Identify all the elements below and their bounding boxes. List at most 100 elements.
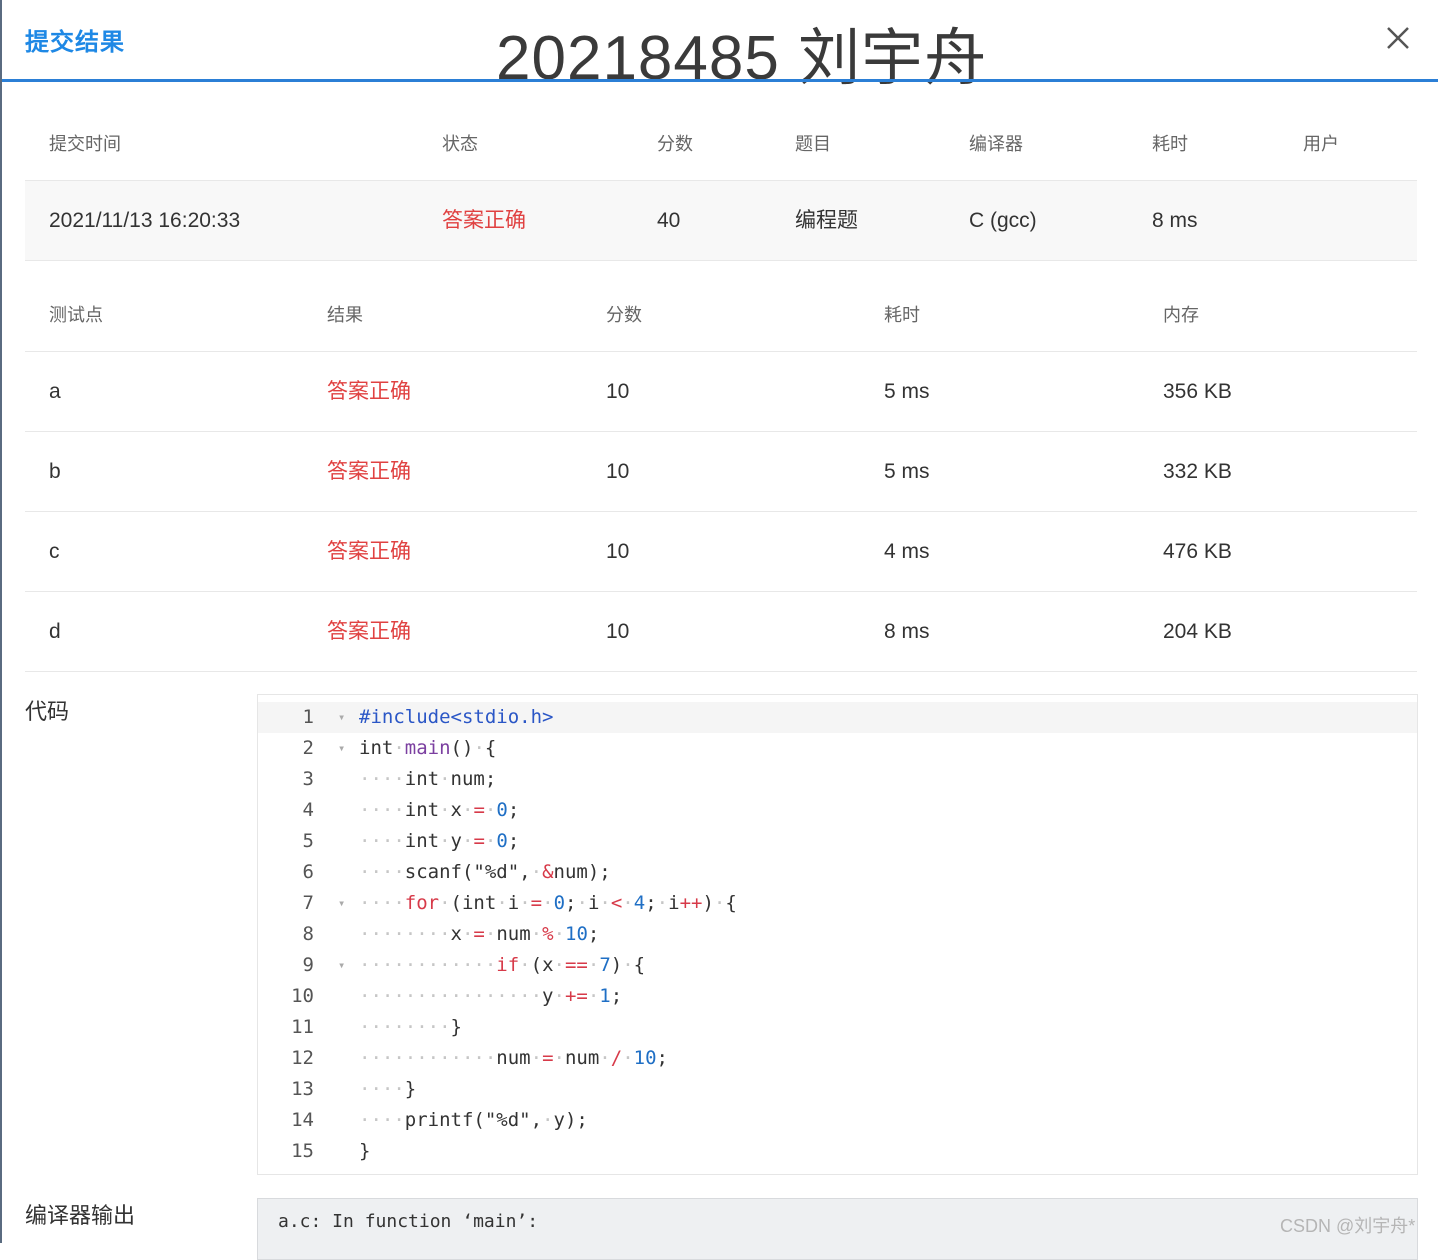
- test-memory: 356 KB: [1163, 380, 1232, 403]
- code-text: ····}: [359, 1078, 417, 1100]
- test-time: 8 ms: [884, 620, 930, 643]
- test-point: d: [49, 620, 61, 643]
- test-points-table: 测试点 结果 分数 耗时 内存 a 答案正确 10 5 ms 356 KB b …: [25, 260, 1417, 672]
- code-viewer[interactable]: 1 ▾ #include<stdio.h> 2 ▾ int·main()·{ 3 ····in…: [257, 694, 1418, 1175]
- code-text: int·main()·{: [359, 737, 497, 759]
- code-text: ····printf("%d",·y);: [359, 1109, 588, 1131]
- code-text: ····int·y·=·0;: [359, 830, 520, 852]
- test-time: 5 ms: [884, 460, 930, 483]
- code-text: ············num·=·num·/·10;: [359, 1047, 668, 1069]
- elapsed-time: 8 ms: [1152, 209, 1198, 232]
- test-memory: 204 KB: [1163, 620, 1232, 643]
- line-number: 12: [291, 1047, 314, 1069]
- line-number: 4: [302, 799, 314, 821]
- code-line: 2 ▾ int·main()·{: [258, 733, 1417, 764]
- code-line: 14 ····printf("%d",·y);: [258, 1105, 1417, 1136]
- header-status: 状态: [442, 134, 478, 154]
- line-number: 15: [291, 1140, 314, 1162]
- dialog-title: 提交结果: [25, 29, 125, 56]
- fold-toggle-icon[interactable]: ▾: [338, 733, 345, 764]
- line-number: 3: [302, 768, 314, 790]
- line-number: 1: [302, 706, 314, 728]
- code-text: ········x·=·num·%·10;: [359, 923, 600, 945]
- test-score: 10: [606, 540, 630, 563]
- test-score: 10: [606, 620, 630, 643]
- test-result: 答案正确: [327, 380, 411, 403]
- line-number: 5: [302, 830, 314, 852]
- total-score: 40: [657, 209, 681, 232]
- code-line: 7 ▾ ····for·(int·i·=·0;·i·<·4;·i++)·{: [258, 888, 1417, 919]
- test-time: 4 ms: [884, 540, 930, 563]
- summary-header-row: 提交时间 状态 分数 题目 编译器 耗时 用户: [25, 104, 1417, 181]
- code-line: 10 ················y·+=·1;: [258, 981, 1417, 1012]
- line-number: 13: [291, 1078, 314, 1100]
- table-row: a 答案正确 10 5 ms 356 KB: [25, 352, 1417, 432]
- line-number: 6: [302, 861, 314, 883]
- code-label: 代码: [25, 699, 70, 724]
- window-edge: [0, 0, 2, 1243]
- code-text: ················y·+=·1;: [359, 985, 623, 1007]
- header-user: 用户: [1303, 134, 1339, 154]
- test-point: c: [49, 540, 60, 563]
- dialog-header: 提交结果 20218485 刘宇舟: [0, 0, 1438, 93]
- line-number: 8: [302, 923, 314, 945]
- test-point: b: [49, 460, 61, 483]
- fold-toggle-icon[interactable]: ▾: [338, 950, 345, 981]
- watermark: CSDN @刘宇舟*: [1280, 1216, 1416, 1236]
- code-line: 8 ········x·=·num·%·10;: [258, 919, 1417, 950]
- line-number: 11: [291, 1016, 314, 1038]
- code-text: ····int·x·=·0;: [359, 799, 520, 821]
- code-text: ············if·(x·==·7)·{: [359, 954, 646, 976]
- test-score: 10: [606, 380, 630, 403]
- compiler-output-text: a.c: In function ‘main’:: [278, 1211, 539, 1232]
- code-line: 13 ····}: [258, 1074, 1417, 1105]
- code-line: 1 ▾ #include<stdio.h>: [258, 702, 1417, 733]
- code-text: ····int·num;: [359, 768, 497, 790]
- table-row: c 答案正确 10 4 ms 476 KB: [25, 512, 1417, 592]
- code-text: ····for·(int·i·=·0;·i·<·4;·i++)·{: [359, 892, 737, 914]
- fold-toggle-icon[interactable]: ▾: [338, 888, 345, 919]
- test-result: 答案正确: [327, 620, 411, 643]
- code-line: 11 ········}: [258, 1012, 1417, 1043]
- header-divider: [2, 79, 1438, 82]
- submit-time: 2021/11/13 16:20:33: [49, 209, 241, 232]
- header-compiler: 编译器: [969, 134, 1023, 154]
- close-icon[interactable]: [1380, 20, 1416, 56]
- code-line: 15}: [258, 1136, 1417, 1167]
- compiler-name: C (gcc): [969, 209, 1037, 232]
- status-badge: 答案正确: [442, 209, 526, 232]
- code-text: #include<stdio.h>: [359, 706, 554, 728]
- compiler-output-box[interactable]: a.c: In function ‘main’:: [257, 1198, 1418, 1260]
- line-number: 14: [291, 1109, 314, 1131]
- table-row: b 答案正确 10 5 ms 332 KB: [25, 432, 1417, 512]
- header-problem: 题目: [795, 134, 831, 154]
- summary-row: 2021/11/13 16:20:33 答案正确 40 编程题 C (gcc) …: [25, 181, 1417, 261]
- line-number: 2: [302, 737, 314, 759]
- header-elapsed: 耗时: [1152, 134, 1188, 154]
- test-time: 5 ms: [884, 380, 930, 403]
- code-line: 9 ▾ ············if·(x·==·7)·{: [258, 950, 1417, 981]
- code-line: 4 ····int·x·=·0;: [258, 795, 1417, 826]
- code-line: 3 ····int·num;: [258, 764, 1417, 795]
- code-text: }: [359, 1140, 371, 1162]
- test-memory: 332 KB: [1163, 460, 1232, 483]
- code-line: 6 ····scanf("%d",·&num);: [258, 857, 1417, 888]
- problem-name[interactable]: 编程题: [795, 181, 858, 261]
- test-score: 10: [606, 460, 630, 483]
- code-line: 5 ····int·y·=·0;: [258, 826, 1417, 857]
- line-number: 9: [302, 954, 314, 976]
- line-number: 7: [302, 892, 314, 914]
- code-text: ····scanf("%d",·&num);: [359, 861, 611, 883]
- test-result: 答案正确: [327, 540, 411, 563]
- submission-summary-table: 提交时间 状态 分数 题目 编译器 耗时 用户 2021/11/13 16:20…: [25, 104, 1417, 261]
- code-line: 12 ············num·=·num·/·10;: [258, 1043, 1417, 1074]
- tests-header-row: 测试点 结果 分数 耗时 内存: [25, 260, 1417, 352]
- test-result: 答案正确: [327, 460, 411, 483]
- student-id-name-overlay: 20218485 刘宇舟: [496, 24, 988, 93]
- line-number: 10: [291, 985, 314, 1007]
- test-memory: 476 KB: [1163, 540, 1232, 563]
- test-point: a: [49, 380, 61, 403]
- fold-toggle-icon[interactable]: ▾: [338, 702, 345, 733]
- table-row: d 答案正确 10 8 ms 204 KB: [25, 592, 1417, 672]
- compiler-output-label: 编译器输出: [25, 1203, 136, 1228]
